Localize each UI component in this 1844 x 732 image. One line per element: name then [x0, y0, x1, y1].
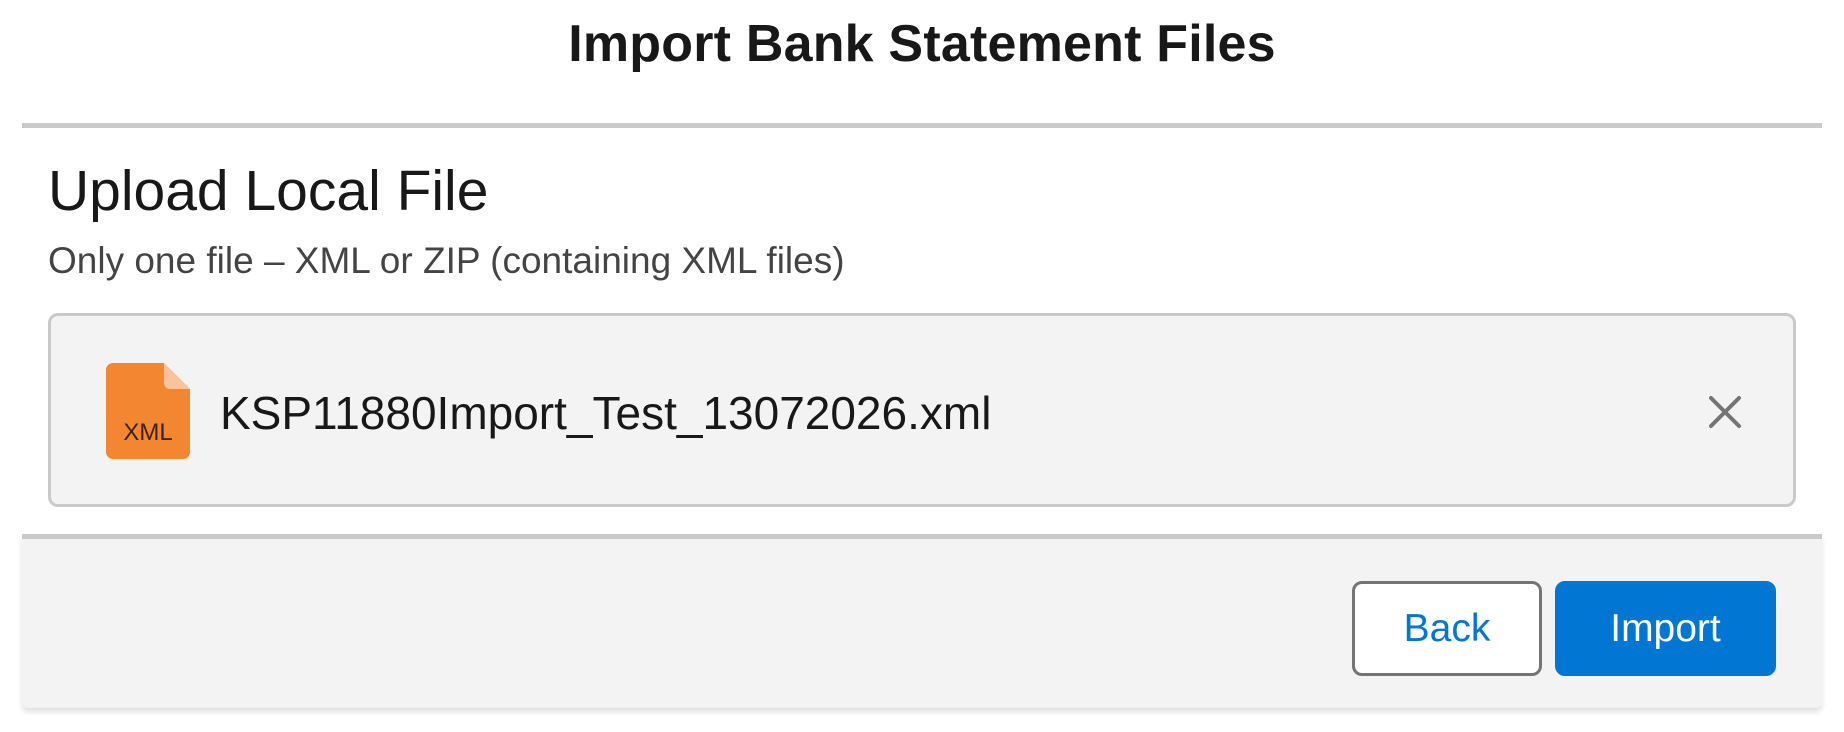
- file-type-label: XML: [123, 419, 172, 446]
- modal-title: Import Bank Statement Files: [568, 15, 1276, 73]
- file-name: KSP11880Import_Test_13072026.xml: [220, 387, 992, 439]
- modal-footer: Back Import: [22, 534, 1822, 708]
- close-icon: [1703, 396, 1747, 437]
- upload-help-text: Only one file – XML or ZIP (containing X…: [48, 240, 845, 281]
- header-divider: [22, 123, 1822, 128]
- upload-section-title: Upload Local File: [48, 159, 489, 223]
- import-button[interactable]: Import: [1555, 581, 1776, 676]
- remove-file-button[interactable]: [1703, 390, 1747, 434]
- back-button[interactable]: Back: [1352, 581, 1542, 676]
- uploaded-file-card: XML KSP11880Import_Test_13072026.xml: [48, 313, 1796, 507]
- import-bank-statement-modal: Import Bank Statement Files Upload Local…: [0, 0, 1844, 732]
- xml-file-icon: XML: [106, 363, 190, 459]
